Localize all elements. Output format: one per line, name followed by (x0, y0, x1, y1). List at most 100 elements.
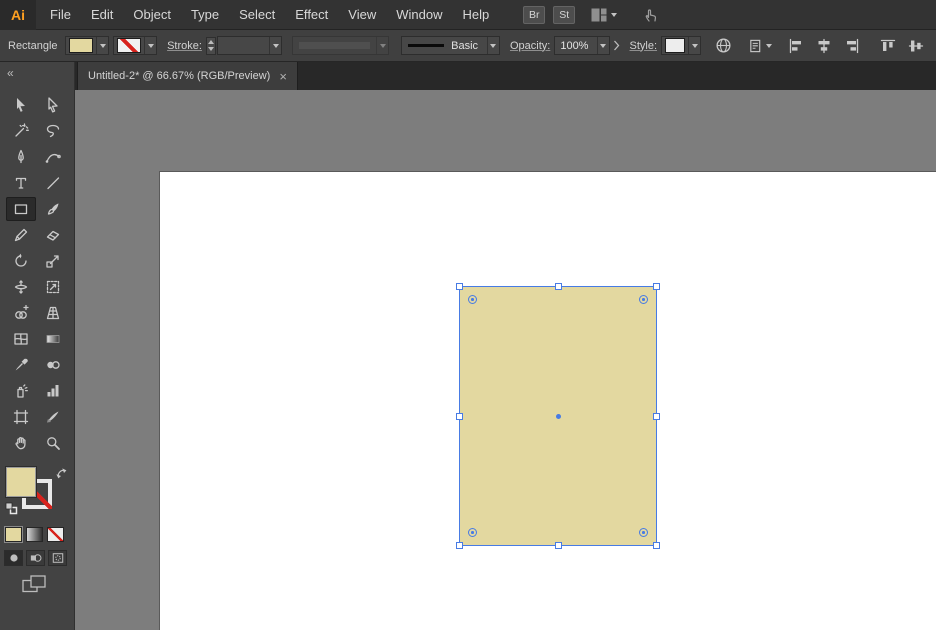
style-label[interactable]: Style: (630, 40, 658, 52)
opacity-expand-chevron[interactable] (613, 40, 620, 51)
screen-mode-button[interactable] (22, 575, 52, 593)
stroke-none-swatch[interactable] (117, 38, 142, 53)
swap-fill-stroke-icon[interactable] (56, 466, 67, 484)
selection-handle-top[interactable] (554, 283, 562, 290)
menu-object[interactable]: Object (123, 0, 181, 30)
selection-handle-bottom-left[interactable] (456, 542, 463, 549)
horizontal-align-right-button[interactable] (844, 37, 860, 55)
workspace-switcher-button[interactable] (591, 8, 618, 22)
stroke-weight-field[interactable] (217, 36, 283, 55)
vertical-align-center-button[interactable] (908, 37, 924, 55)
tab-close-icon[interactable]: × (279, 70, 287, 83)
chevron-down-icon[interactable] (144, 37, 156, 54)
tool-pen[interactable] (6, 145, 36, 169)
document-tab[interactable]: Untitled-2* @ 66.67% (RGB/Preview) × (77, 62, 298, 90)
selection-handle-bottom[interactable] (554, 542, 562, 549)
style-swatch[interactable] (665, 38, 686, 53)
tool-rectangle[interactable] (6, 197, 36, 221)
tool-direct-selection[interactable] (38, 93, 68, 117)
gradient-swatch-button[interactable] (26, 527, 43, 542)
chevron-down-icon[interactable] (596, 37, 609, 54)
selection-handle-left[interactable] (456, 412, 463, 420)
tool-rotate[interactable] (6, 249, 36, 273)
tool-lasso[interactable] (38, 119, 68, 143)
tool-perspective-grid[interactable] (38, 301, 68, 325)
menu-select[interactable]: Select (229, 0, 285, 30)
menu-help[interactable]: Help (452, 0, 499, 30)
tool-zoom[interactable] (38, 431, 68, 455)
stroke-weight-stepper[interactable] (205, 36, 217, 55)
tool-magic-wand[interactable] (6, 119, 36, 143)
tool-artboard[interactable] (6, 405, 36, 429)
menu-view[interactable]: View (338, 0, 386, 30)
stroke-label[interactable]: Stroke: (167, 40, 202, 52)
menubar-button-br[interactable]: Br (523, 5, 546, 24)
default-fill-stroke-icon[interactable] (5, 502, 18, 520)
fill-color-control[interactable] (65, 36, 110, 55)
corner-widget-top-left[interactable] (468, 295, 477, 304)
touch-workspace-button[interactable] (643, 7, 659, 23)
opacity-field[interactable]: 100% (554, 36, 610, 55)
select-similar-options-button[interactable] (748, 38, 773, 54)
selection-handle-bottom-right[interactable] (653, 542, 660, 549)
chevron-down-icon[interactable] (96, 37, 108, 54)
tool-shape-builder[interactable] (6, 301, 36, 325)
tool-symbol-sprayer[interactable] (6, 379, 36, 403)
brush-definition-select[interactable]: Basic (401, 36, 500, 55)
tool-eyedropper[interactable] (6, 353, 36, 377)
corner-widget-bottom-left[interactable] (468, 528, 477, 537)
tool-curvature[interactable] (38, 145, 68, 169)
tool-width[interactable] (6, 275, 36, 299)
tool-scale[interactable] (38, 249, 68, 273)
recolor-artwork-button[interactable] (715, 37, 732, 54)
tool-paintbrush[interactable] (38, 197, 68, 221)
fill-indicator[interactable] (6, 467, 36, 497)
tool-line-segment[interactable] (38, 171, 68, 195)
tool-type[interactable] (6, 171, 36, 195)
stroke-color-control[interactable] (113, 36, 158, 55)
tool-blend[interactable] (38, 353, 68, 377)
horizontal-align-left-button[interactable] (788, 37, 804, 55)
selection-handle-top-left[interactable] (456, 283, 463, 290)
fill-swatch[interactable] (69, 38, 94, 53)
tool-slice[interactable] (38, 405, 68, 429)
draw-behind-button[interactable] (26, 550, 45, 566)
tool-selection[interactable] (6, 93, 36, 117)
tool-free-transform[interactable] (38, 275, 68, 299)
selection-handle-right[interactable] (653, 412, 660, 420)
opacity-label[interactable]: Opacity: (510, 40, 550, 52)
tool-gradient[interactable] (38, 327, 68, 351)
artboard[interactable] (160, 172, 936, 630)
chevron-down-icon[interactable] (688, 37, 700, 54)
none-swatch-button[interactable] (47, 527, 64, 542)
stepper-up-icon[interactable] (208, 40, 215, 44)
menu-effect[interactable]: Effect (285, 0, 338, 30)
selected-rectangle[interactable] (456, 283, 660, 549)
tool-eraser[interactable] (38, 223, 68, 247)
color-swatch-button[interactable] (5, 527, 22, 542)
graphic-style-control[interactable] (661, 36, 702, 55)
draw-inside-button[interactable] (48, 550, 67, 566)
tool-mesh[interactable] (6, 327, 36, 351)
canvas[interactable] (75, 90, 936, 630)
tool-column-graph[interactable] (38, 379, 68, 403)
menu-window[interactable]: Window (386, 0, 452, 30)
opacity-value: 100% (560, 39, 589, 52)
menubar-button-st[interactable]: St (553, 5, 576, 24)
corner-widget-top-right[interactable] (639, 295, 648, 304)
chevron-down-icon[interactable] (269, 37, 281, 54)
corner-widget-bottom-right[interactable] (639, 528, 648, 537)
stepper-down-icon[interactable] (208, 47, 215, 51)
vertical-align-top-button[interactable] (880, 37, 896, 55)
menu-type[interactable]: Type (181, 0, 229, 30)
menu-file[interactable]: File (40, 0, 81, 30)
selection-handle-top-right[interactable] (653, 283, 660, 290)
selection-center-point[interactable] (555, 413, 561, 419)
menu-edit[interactable]: Edit (81, 0, 123, 30)
draw-normal-button[interactable] (4, 550, 23, 566)
chevron-down-icon[interactable] (486, 37, 499, 54)
tool-shaper[interactable] (6, 223, 36, 247)
tool-hand[interactable] (6, 431, 36, 455)
horizontal-align-center-button[interactable] (816, 37, 832, 55)
toolbar-collapse-button[interactable]: « (7, 66, 14, 80)
